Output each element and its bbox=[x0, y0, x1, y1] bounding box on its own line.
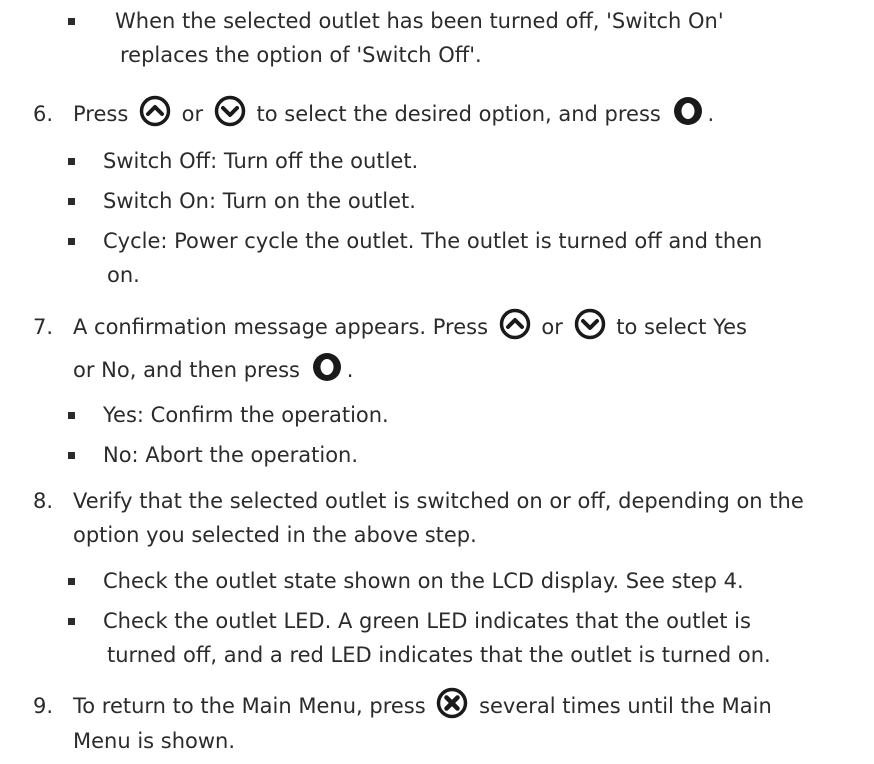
step-number: 9. bbox=[33, 694, 54, 718]
up-button-icon bbox=[499, 308, 531, 340]
option-cycle-cont: on. bbox=[107, 263, 140, 287]
step-number: 6. bbox=[33, 102, 54, 126]
step-number: 7. bbox=[33, 315, 54, 339]
option-switch-off: Switch Off: Turn off the outlet. bbox=[103, 149, 419, 173]
check-lcd-item: Check the outlet state shown on the LCD … bbox=[103, 569, 744, 593]
option-no: No: Abort the operation. bbox=[103, 443, 359, 467]
option-switch-on: Switch On: Turn on the outlet. bbox=[103, 189, 416, 213]
bullet-marker bbox=[68, 198, 75, 205]
option-cycle: Cycle: Power cycle the outlet. The outle… bbox=[103, 229, 763, 253]
bullet-marker bbox=[68, 238, 75, 245]
check-led-item: Check the outlet LED. A green LED indica… bbox=[103, 609, 751, 633]
bullet-marker bbox=[68, 412, 75, 419]
bullet-marker bbox=[68, 18, 75, 25]
step-number: 8. bbox=[33, 489, 54, 513]
step-9-text-cont: Menu is shown. bbox=[73, 729, 236, 753]
cancel-button-icon bbox=[436, 687, 468, 719]
option-yes: Yes: Confirm the operation. bbox=[103, 403, 389, 427]
step-6-text: Press or to select the desired option, a… bbox=[73, 95, 714, 131]
step-7-text: A confirmation message appears. Press or… bbox=[73, 308, 747, 344]
down-button-icon bbox=[214, 95, 246, 127]
bullet-marker bbox=[68, 618, 75, 625]
up-button-icon bbox=[139, 95, 171, 127]
step-9-text: To return to the Main Menu, press severa… bbox=[73, 687, 772, 723]
manual-page: When the selected outlet has been turned… bbox=[0, 0, 874, 764]
bullet-marker bbox=[68, 452, 75, 459]
ok-button-icon bbox=[311, 351, 343, 383]
step-7-text-cont: or No, and then press . bbox=[73, 353, 353, 387]
bullet-marker bbox=[68, 158, 75, 165]
down-button-icon bbox=[574, 308, 606, 340]
bullet-text: When the selected outlet has been turned… bbox=[115, 9, 724, 33]
step-8-text-cont: option you selected in the above step. bbox=[73, 523, 477, 547]
step-8-text: Verify that the selected outlet is switc… bbox=[73, 489, 804, 513]
ok-button-icon bbox=[672, 95, 704, 127]
check-led-item-cont: turned off, and a red LED indicates that… bbox=[107, 643, 771, 667]
bullet-text-cont: replaces the option of 'Switch Off'. bbox=[120, 43, 482, 67]
bullet-marker bbox=[68, 578, 75, 585]
